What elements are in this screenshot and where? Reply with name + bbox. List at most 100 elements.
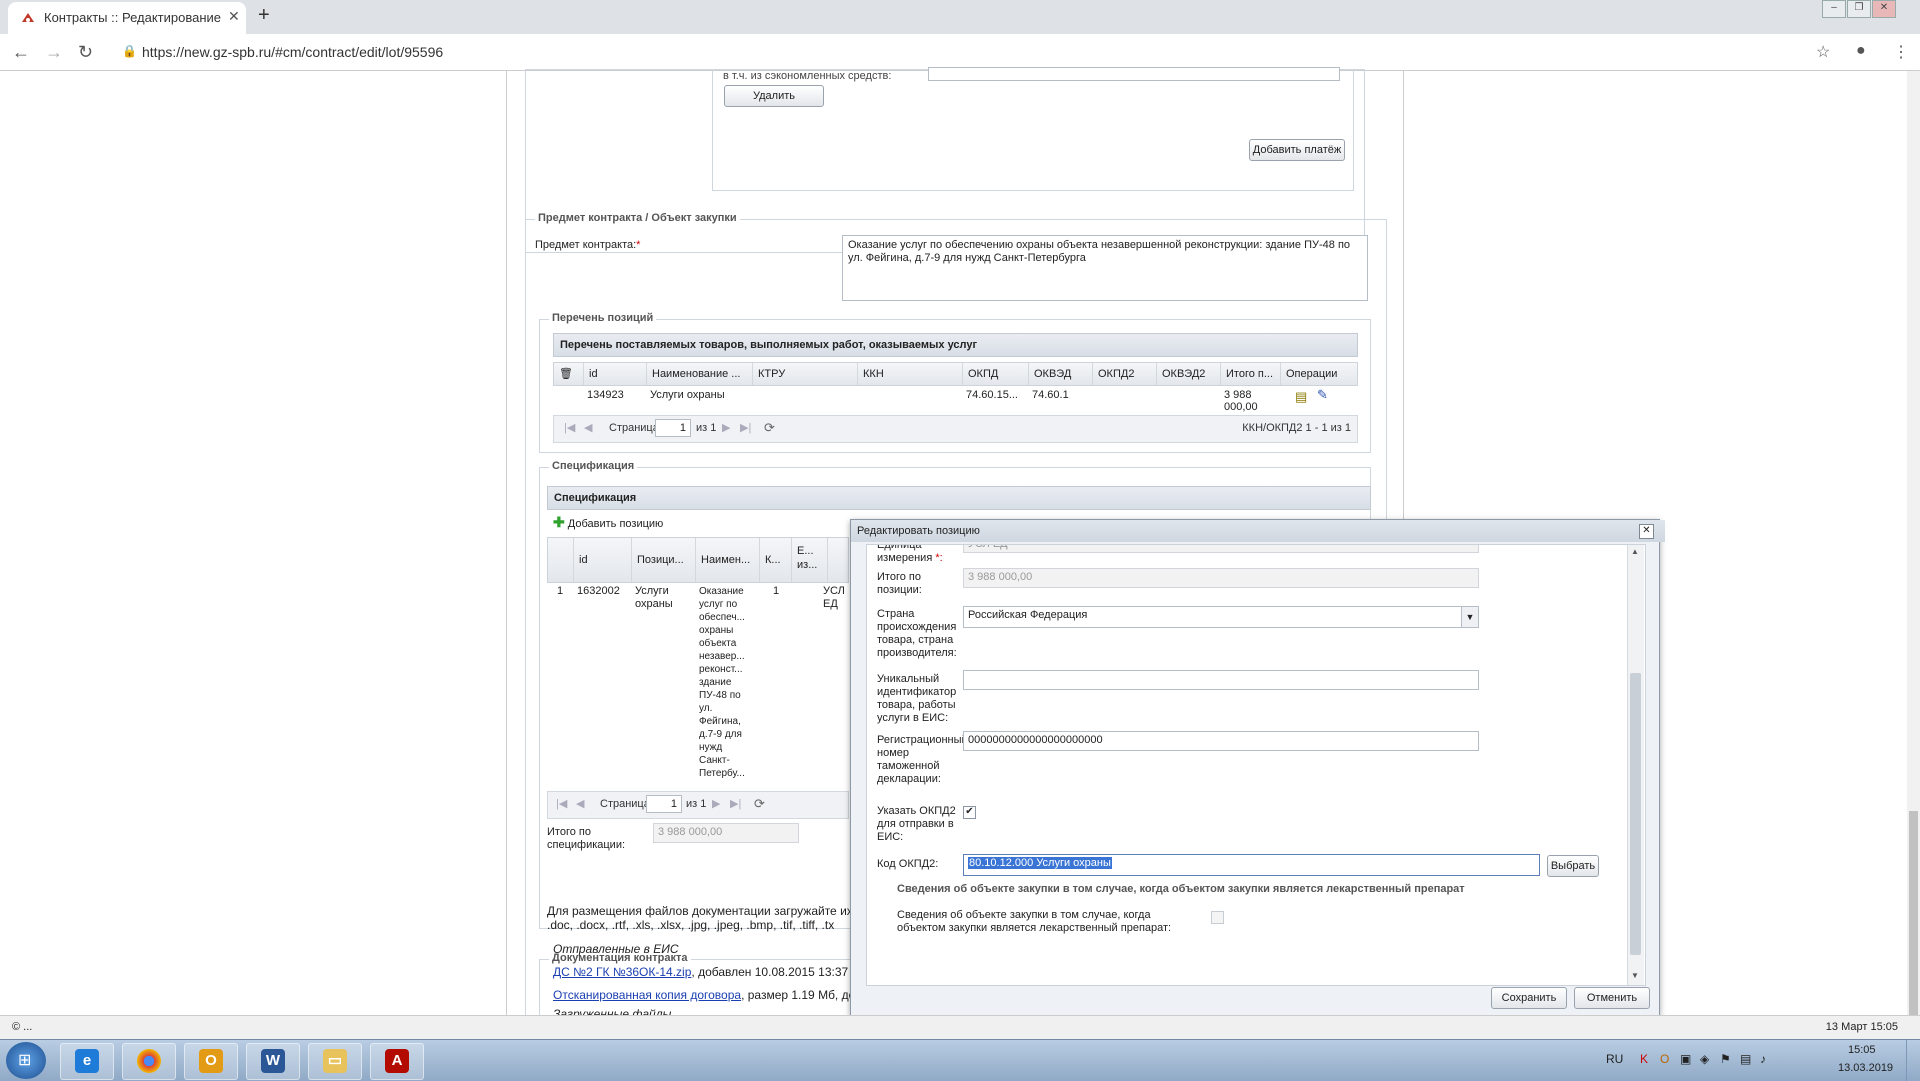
choose-button[interactable]: Выбрать bbox=[1547, 855, 1599, 877]
edit-pencil-icon[interactable]: ✎ bbox=[1317, 387, 1328, 403]
taskbar-ie[interactable]: e bbox=[60, 1043, 114, 1080]
prev-page-icon[interactable]: ◀ bbox=[576, 797, 584, 810]
url-field[interactable]: 🔒 https://new.gz-spb.ru/#cm/contract/edi… bbox=[112, 40, 1812, 64]
col-kkn[interactable]: ККН bbox=[858, 363, 963, 385]
okpd2-code-input[interactable]: 80.10.12.000 Услуги охраны bbox=[963, 854, 1540, 876]
dialog-scrollbar-thumb[interactable] bbox=[1630, 673, 1641, 955]
clock-date[interactable]: 13.03.2019 bbox=[1838, 1062, 1893, 1074]
drug-section-title: Сведения об объекте закупки в том случае… bbox=[897, 883, 1465, 895]
next-page-icon[interactable]: ▶ bbox=[712, 797, 720, 810]
scroll-down-icon[interactable]: ▼ bbox=[1631, 971, 1639, 980]
new-tab-button[interactable]: + bbox=[258, 4, 270, 27]
drug-checkbox[interactable] bbox=[1211, 911, 1224, 924]
save-button[interactable]: Сохранить bbox=[1491, 987, 1567, 1009]
first-page-icon[interactable]: |◀ bbox=[564, 421, 575, 434]
positions-grid-header: 🗑 id Наименование ... КТРУ ККН ОКПД ОКВЭ… bbox=[553, 362, 1358, 386]
col-name[interactable]: Наименование ... bbox=[647, 363, 753, 385]
delete-button[interactable]: Удалить bbox=[724, 85, 824, 107]
spec-col-qty[interactable]: К... bbox=[760, 538, 792, 582]
page-scrollbar-thumb[interactable] bbox=[1909, 811, 1918, 1021]
spec-row-num: 1 bbox=[557, 585, 564, 597]
site-favicon-icon bbox=[22, 13, 34, 22]
taskbar-word[interactable]: W bbox=[246, 1043, 300, 1080]
col-okpd[interactable]: ОКПД bbox=[963, 363, 1029, 385]
subject-textarea[interactable]: Оказание услуг по обеспечению охраны объ… bbox=[842, 235, 1368, 301]
table-row[interactable]: 134923 Услуги охраны 74.60.15... 74.60.1… bbox=[553, 385, 1356, 415]
language-indicator[interactable]: RU bbox=[1606, 1052, 1623, 1066]
bookmark-star-icon[interactable]: ☆ bbox=[1816, 42, 1830, 62]
start-button[interactable]: ⊞ bbox=[6, 1042, 46, 1079]
tray-shield-icon[interactable]: ◈ bbox=[1700, 1052, 1709, 1066]
country-select[interactable]: Российская Федерация ▼ bbox=[963, 606, 1479, 628]
spec-col-name[interactable]: Наимен... bbox=[696, 538, 760, 582]
details-icon[interactable]: ▤ bbox=[1295, 389, 1307, 405]
cancel-button[interactable]: Отменить bbox=[1574, 987, 1650, 1009]
last-page-icon[interactable]: ▶| bbox=[730, 797, 741, 810]
dialog-close-icon[interactable]: ✕ bbox=[1639, 524, 1654, 539]
page-input[interactable]: 1 bbox=[646, 795, 682, 813]
menu-icon[interactable]: ⋮ bbox=[1893, 42, 1909, 62]
last-page-icon[interactable]: ▶| bbox=[740, 421, 751, 434]
doc-file-2-link[interactable]: Отсканированная копия договора bbox=[553, 988, 741, 1002]
partial-label: в т.ч. из сэкономленных средств: bbox=[723, 70, 892, 82]
position-total-input: 3 988 000,00 bbox=[963, 568, 1479, 588]
reload-icon[interactable]: ↻ bbox=[78, 42, 93, 63]
dialog-scrollbar[interactable]: ▲ ▼ bbox=[1627, 545, 1644, 985]
col-ktru[interactable]: КТРУ bbox=[753, 363, 858, 385]
col-okved[interactable]: ОКВЭД bbox=[1029, 363, 1093, 385]
profile-icon[interactable]: ● bbox=[1856, 42, 1866, 60]
spec-grid-header: id Позици... Наимен... К... Е... из... bbox=[547, 537, 849, 583]
refresh-icon[interactable]: ⟳ bbox=[764, 420, 775, 436]
unit-input: УСЛ ЕД bbox=[963, 545, 1479, 553]
maximize-button[interactable]: ❐ bbox=[1847, 0, 1871, 18]
okpd2-code-value: 80.10.12.000 Услуги охраны bbox=[968, 857, 1112, 869]
unit-label-text: Единица измерения bbox=[877, 544, 933, 564]
partial-input[interactable] bbox=[928, 67, 1340, 81]
spec-row-position: Услуги охраны bbox=[635, 585, 673, 610]
tray-flag-icon[interactable]: ⚑ bbox=[1720, 1052, 1731, 1066]
back-icon[interactable]: ← bbox=[12, 42, 30, 63]
customs-input[interactable]: 0000000000000000000000 bbox=[963, 731, 1479, 751]
col-id[interactable]: id bbox=[584, 363, 647, 385]
chevron-down-icon[interactable]: ▼ bbox=[1461, 607, 1478, 627]
add-position-button[interactable]: ✚ Добавить позицию bbox=[553, 514, 663, 531]
uid-input[interactable] bbox=[963, 670, 1479, 690]
spec-row-id: 1632002 bbox=[577, 585, 620, 597]
next-page-icon[interactable]: ▶ bbox=[722, 421, 730, 434]
browser-tab[interactable]: Контракты :: Редактирование к... ✕ bbox=[8, 2, 246, 34]
scroll-up-icon[interactable]: ▲ bbox=[1631, 547, 1639, 556]
add-payment-button[interactable]: Добавить платёж bbox=[1249, 139, 1345, 161]
taskbar-outlook[interactable]: O bbox=[184, 1043, 238, 1080]
refresh-icon[interactable]: ⟳ bbox=[754, 796, 765, 812]
forward-icon[interactable]: → bbox=[45, 42, 63, 63]
col-total[interactable]: Итого п... bbox=[1221, 363, 1281, 385]
spec-col-unit[interactable]: Е... из... bbox=[792, 538, 828, 582]
close-window-button[interactable]: ✕ bbox=[1872, 0, 1896, 18]
drug-checkbox-label: Сведения об объекте закупки в том случае… bbox=[897, 909, 1172, 934]
table-row[interactable]: 1 1632002 Услуги охраны Оказание услуг п… bbox=[547, 581, 847, 781]
tray-display-icon[interactable]: ▤ bbox=[1740, 1052, 1751, 1066]
spec-col-id[interactable]: id bbox=[574, 538, 632, 582]
page-input[interactable]: 1 bbox=[655, 419, 691, 437]
kaspersky-icon[interactable]: K bbox=[1640, 1052, 1648, 1066]
tray-network-icon[interactable]: ▣ bbox=[1680, 1052, 1691, 1066]
clock-time[interactable]: 15:05 bbox=[1848, 1044, 1876, 1056]
required-mark: * bbox=[636, 239, 641, 251]
show-desktop-button[interactable] bbox=[1906, 1040, 1920, 1081]
taskbar-acrobat[interactable]: A bbox=[370, 1043, 424, 1080]
doc-file-1-link[interactable]: ДС №2 ГК №36ОК-14.zip bbox=[553, 965, 691, 979]
filter-icon[interactable]: 🗑 bbox=[554, 363, 584, 385]
page-scrollbar[interactable] bbox=[1907, 71, 1920, 1021]
prev-page-icon[interactable]: ◀ bbox=[584, 421, 592, 434]
col-okved2[interactable]: ОКВЭД2 bbox=[1157, 363, 1221, 385]
taskbar-chrome[interactable] bbox=[122, 1043, 176, 1080]
okpd2-flag-checkbox[interactable]: ✔ bbox=[963, 806, 976, 819]
spec-col-position[interactable]: Позици... bbox=[632, 538, 696, 582]
taskbar-explorer[interactable]: ▭ bbox=[308, 1043, 362, 1080]
volume-icon[interactable]: ♪ bbox=[1760, 1052, 1766, 1066]
tray-app-icon[interactable]: O bbox=[1660, 1052, 1669, 1066]
close-tab-icon[interactable]: ✕ bbox=[228, 8, 240, 25]
minimize-button[interactable]: – bbox=[1822, 0, 1846, 18]
col-okpd2[interactable]: ОКПД2 bbox=[1093, 363, 1157, 385]
first-page-icon[interactable]: |◀ bbox=[556, 797, 567, 810]
